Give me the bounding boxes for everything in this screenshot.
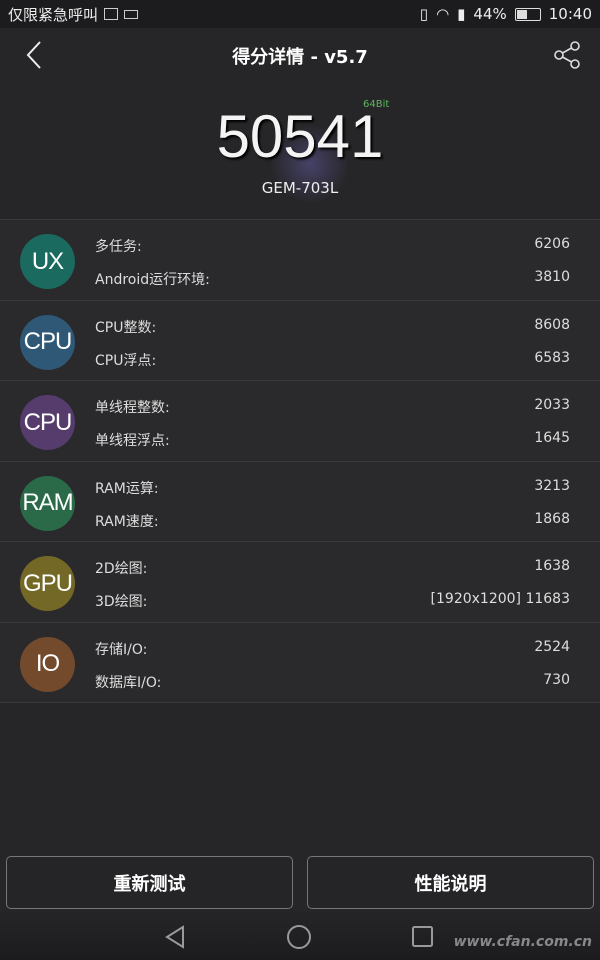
score-list: UX 多任务: 6206 Android运行环境: 3810 CPU CPU整数: 8608 C…	[0, 219, 600, 703]
performance-info-button[interactable]: 性能说明	[307, 856, 594, 909]
header: 得分详情 - v5.7	[0, 28, 600, 84]
category-row-gpu: GPU 2D绘图: 1638 3D绘图: [1920x1200] 11683	[0, 542, 600, 623]
score-item: 存储I/O: 2524	[95, 639, 570, 659]
category-row-ux: UX 多任务: 6206 Android运行环境: 3810	[0, 220, 600, 301]
score-item: RAM运算: 3213	[95, 478, 570, 498]
retest-button[interactable]: 重新测试	[6, 856, 293, 909]
score-item-label: Android运行环境:	[95, 272, 210, 288]
device-model: GEM-703L	[261, 179, 339, 197]
score-item-label: RAM速度:	[95, 513, 159, 530]
category-badge: RAM	[20, 475, 75, 531]
image-notification-icon	[104, 8, 119, 20]
score-item-value: 3810	[534, 269, 570, 285]
total-score: 50541	[216, 103, 384, 170]
score-item-label: 2D绘图:	[95, 561, 148, 577]
score-item-label: 数据库I/O:	[95, 674, 162, 691]
navigation-bar: www.cfan.com.cn	[0, 912, 600, 960]
bit-badge: 64Bit	[363, 99, 390, 110]
score-item-label: CPU整数:	[95, 319, 157, 336]
score-item: CPU浮点: 6583	[95, 350, 570, 370]
nav-back-icon[interactable]	[163, 924, 187, 950]
category-row-ram: RAM RAM运算: 3213 RAM速度: 1868	[0, 461, 600, 542]
battery-percent: 44%	[473, 5, 507, 23]
score-item: Android运行环境: 3810	[95, 269, 570, 289]
sim-icon: ▮	[457, 5, 466, 23]
score-item-value: 1638	[534, 558, 570, 574]
score-item: RAM速度: 1868	[95, 511, 570, 531]
score-item-label: 存储I/O:	[95, 641, 148, 658]
score-item: 单线程整数: 2033	[95, 397, 570, 417]
category-row-cpu: CPU CPU整数: 8608 CPU浮点: 6583	[0, 300, 600, 381]
category-badge: UX	[20, 234, 75, 289]
clock: 10:40	[548, 5, 592, 23]
category-badge: GPU	[20, 556, 75, 611]
carrier-text: 仅限紧急呼叫	[8, 5, 99, 24]
score-item: 数据库I/O: 730	[95, 672, 570, 692]
score-item-value: 1645	[534, 430, 570, 446]
category-row-cpu: CPU 单线程整数: 2033 单线程浮点: 1645	[0, 381, 600, 462]
score-item-value: 8608	[534, 316, 570, 333]
score-item-value: 6583	[534, 349, 570, 366]
share-icon[interactable]	[552, 40, 582, 70]
score-item-value: 2524	[534, 638, 570, 655]
score-item-value: 6206	[534, 236, 570, 252]
score-item: 多任务: 6206	[95, 236, 570, 256]
status-bar: 仅限紧急呼叫 ▯ ◠ ▮ 44% 10:40	[0, 0, 600, 28]
category-badge: CPU	[20, 395, 75, 450]
score-item-value: [1920x1200] 11683	[430, 591, 570, 607]
score-item-value: 1868	[534, 510, 570, 527]
score-item-label: 单线程整数:	[95, 400, 170, 416]
score-item: CPU整数: 8608	[95, 317, 570, 337]
score-item: 单线程浮点: 1645	[95, 430, 570, 450]
category-badge: CPU	[20, 314, 75, 370]
battery-icon	[514, 7, 541, 21]
score-item-value: 730	[543, 671, 570, 688]
nav-home-icon[interactable]	[286, 924, 312, 950]
category-row-io: IO 存储I/O: 2524 数据库I/O: 730	[0, 622, 600, 703]
wifi-icon: ◠	[436, 5, 450, 23]
keyboard-icon	[124, 9, 139, 19]
back-arrow-icon[interactable]	[22, 40, 52, 70]
score-item-label: 3D绘图:	[95, 594, 148, 610]
score-item-value: 3213	[534, 477, 570, 494]
nav-recents-icon[interactable]	[411, 925, 435, 949]
score-item: 2D绘图: 1638	[95, 558, 570, 578]
score-area: 50541 64Bit GEM-703L	[0, 84, 600, 219]
watermark: www.cfan.com.cn	[453, 934, 592, 950]
category-badge: IO	[20, 636, 75, 692]
score-item-value: 2033	[534, 397, 570, 413]
page-title: 得分详情 - v5.7	[232, 47, 368, 68]
score-item-label: CPU浮点:	[95, 352, 157, 369]
score-item: 3D绘图: [1920x1200] 11683	[95, 591, 570, 611]
score-item-label: RAM运算:	[95, 480, 159, 497]
score-item-label: 多任务:	[95, 239, 142, 255]
vibrate-icon: ▯	[419, 5, 429, 23]
score-item-label: 单线程浮点:	[95, 433, 170, 449]
